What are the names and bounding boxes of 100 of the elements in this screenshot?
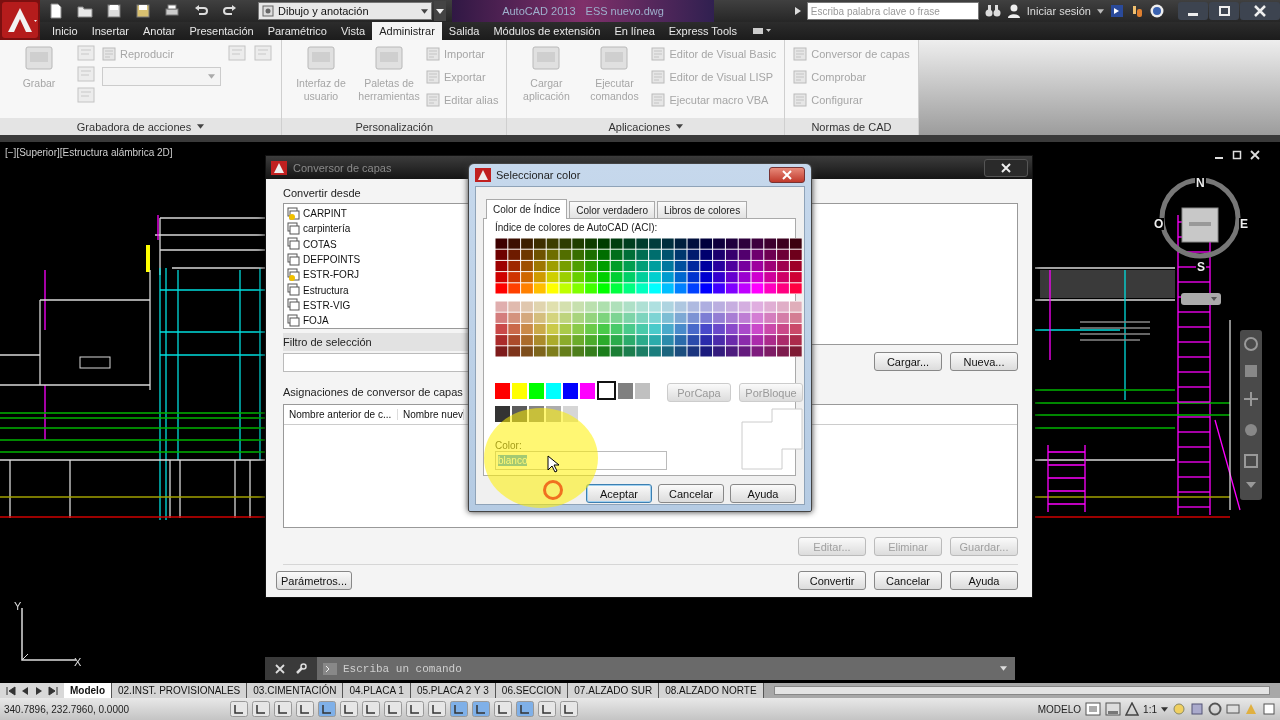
toggle-icon[interactable] — [428, 701, 446, 717]
layout-tab[interactable]: 05.PLACA 2 Y 3 — [410, 683, 496, 698]
ribbon-tab[interactable]: Presentación — [182, 22, 261, 40]
ribbon-tab[interactable]: Administrar — [372, 22, 442, 40]
close-icon[interactable] — [1250, 150, 1260, 160]
dialog-button[interactable]: Cancelar — [874, 571, 942, 590]
ribbon-tab[interactable]: Paramétrico — [260, 22, 334, 40]
close-button[interactable] — [769, 167, 805, 183]
color-swatch[interactable] — [563, 383, 578, 399]
minimize-icon[interactable] — [1178, 2, 1208, 20]
panel-toggle-icon[interactable] — [752, 26, 773, 36]
compass-letter[interactable]: S — [1196, 261, 1206, 273]
color-grid[interactable] — [495, 301, 802, 357]
layout-tab[interactable]: 06.SECCION — [495, 683, 569, 698]
toggle-icon[interactable] — [494, 701, 512, 717]
color-swatch[interactable] — [563, 406, 578, 422]
toggle-icon[interactable] — [538, 701, 556, 717]
dialog-button[interactable]: Cargar... — [874, 352, 942, 371]
layout-tab[interactable]: 07.ALZADO SUR — [568, 683, 660, 698]
color-swatch[interactable] — [597, 381, 616, 400]
space-label[interactable]: MODELO — [1037, 703, 1082, 715]
application-menu-button[interactable] — [0, 0, 40, 40]
color-swatch[interactable] — [512, 383, 527, 399]
compass-letter[interactable]: O — [1153, 218, 1165, 230]
ribbon-tab[interactable]: Express Tools — [661, 22, 745, 40]
close-icon[interactable] — [275, 663, 285, 674]
layout-tab[interactable]: 04.PLACA 1 — [343, 683, 411, 698]
toggle-icon[interactable] — [560, 701, 578, 717]
new-file-icon[interactable] — [48, 3, 64, 19]
dialog-button[interactable]: Aceptar — [586, 484, 652, 503]
close-icon[interactable] — [1240, 2, 1280, 20]
layout-tab[interactable]: 02.INST. PROVISIONALES — [112, 683, 248, 698]
printer-icon[interactable] — [164, 3, 180, 19]
color-swatch[interactable] — [529, 383, 544, 399]
toggle-icon[interactable] — [252, 701, 270, 717]
arrow-icon[interactable] — [34, 685, 44, 696]
ribbon-tab[interactable]: Módulos de extensión — [486, 22, 608, 40]
dialog-button[interactable]: Parámetros... — [276, 571, 352, 590]
navigation-bar[interactable] — [1240, 330, 1262, 500]
toggle-icon[interactable] — [362, 701, 380, 717]
color-swatch[interactable] — [580, 383, 595, 399]
binoculars-icon[interactable] — [984, 4, 1001, 18]
ribbon-tab[interactable]: Insertar — [84, 22, 136, 40]
dialog-button[interactable]: Ayuda — [730, 484, 796, 503]
dialog-button[interactable]: Ayuda — [950, 571, 1018, 590]
dialog-tab[interactable]: Color verdadero — [569, 201, 655, 218]
ribbon-tab[interactable]: En línea — [607, 22, 662, 40]
color-swatch[interactable] — [635, 383, 650, 399]
toggle-icon[interactable] — [230, 701, 248, 717]
status-icon[interactable] — [1190, 702, 1204, 716]
color-swatch[interactable] — [495, 406, 510, 422]
toggle-icon[interactable] — [296, 701, 314, 717]
toggle-icon[interactable] — [450, 701, 468, 717]
toggle-icon[interactable] — [318, 701, 336, 717]
restore-icon[interactable] — [1209, 2, 1239, 20]
layout-icon[interactable] — [1085, 702, 1102, 716]
color-swatch[interactable] — [618, 383, 633, 399]
workspace-dropdown[interactable]: Dibujo y anotación — [258, 2, 432, 20]
toggle-icon[interactable] — [472, 701, 490, 717]
compass-letter[interactable]: E — [1239, 218, 1249, 230]
toggle-icon[interactable] — [406, 701, 424, 717]
dialog-button[interactable]: Nueva... — [950, 352, 1018, 371]
folder-icon[interactable] — [77, 3, 93, 19]
viewport-label[interactable]: [−][Superior][Estructura alámbrica 2D] — [5, 147, 173, 158]
ribbon-tab[interactable]: Salida — [441, 22, 487, 40]
user-icon[interactable] — [1006, 4, 1021, 18]
scrollbar[interactable] — [773, 686, 1270, 695]
dialog-button[interactable]: Convertir — [798, 571, 866, 590]
arrow-icon[interactable] — [20, 685, 30, 696]
arrow-icon[interactable] — [48, 685, 58, 696]
dialog-button[interactable]: Cancelar — [658, 484, 724, 503]
toggle-icon[interactable] — [340, 701, 358, 717]
ribbon-tab[interactable]: Vista — [333, 22, 373, 40]
color-swatch[interactable] — [546, 406, 561, 422]
wrench-icon[interactable] — [295, 662, 307, 675]
color-grid[interactable] — [495, 238, 802, 294]
layout-icon[interactable] — [1105, 702, 1122, 716]
status-icon[interactable] — [1262, 702, 1276, 716]
scale-icon[interactable] — [1125, 702, 1140, 716]
exchange-icon[interactable] — [1110, 4, 1124, 18]
color-swatch[interactable] — [495, 383, 510, 399]
compass-letter[interactable]: N — [1195, 177, 1206, 189]
coordinate-system-menu[interactable] — [1181, 293, 1221, 305]
column-header[interactable]: Nombre anterior de c... — [284, 409, 398, 420]
arrow-icon[interactable] — [6, 685, 16, 696]
search-field[interactable]: Escriba palabra clave o frase — [806, 2, 979, 20]
chevron-icon[interactable] — [794, 7, 801, 15]
toggle-icon[interactable] — [516, 701, 534, 717]
column-header[interactable]: Nombre nuev — [398, 409, 465, 420]
toggle-icon[interactable] — [384, 701, 402, 717]
status-icon[interactable] — [1208, 702, 1222, 716]
layout-tab[interactable]: 03.CIMENTACIÓN — [247, 683, 344, 698]
ribbon-tab[interactable]: Inicio — [45, 22, 85, 40]
help-icon[interactable] — [1150, 4, 1164, 18]
ribbon-tab[interactable]: Anotar — [136, 22, 183, 40]
sign-in-link[interactable]: Iniciar sesión — [1026, 5, 1091, 17]
dialog-tab[interactable]: Color de Índice — [486, 199, 568, 219]
color-swatch[interactable] — [546, 383, 561, 399]
annotation-scale[interactable]: 1:1 — [1143, 703, 1157, 715]
close-button[interactable] — [984, 158, 1028, 177]
